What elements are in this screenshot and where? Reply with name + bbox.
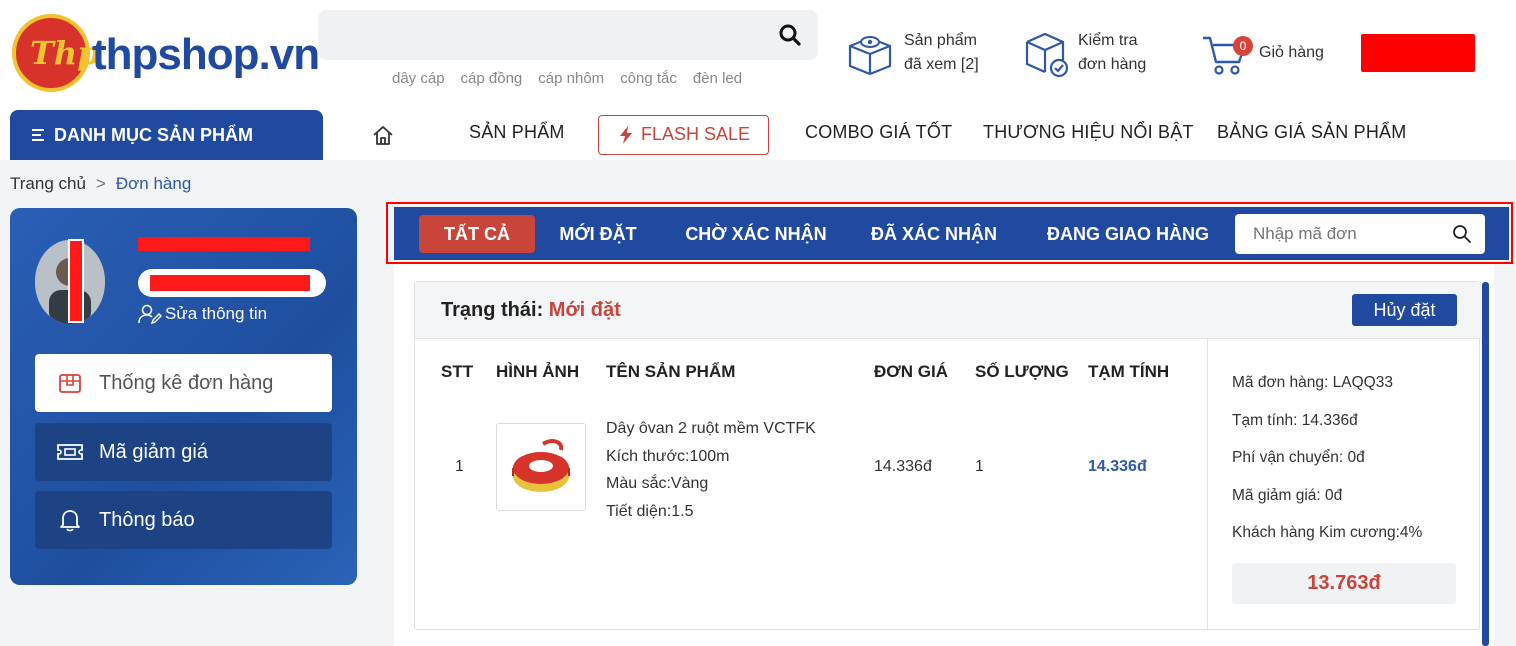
user-id-redacted [150, 275, 310, 291]
search-tag[interactable]: dây cáp [392, 70, 445, 87]
sidebar-item-label: Thông báo [99, 509, 195, 531]
cancel-order-button[interactable]: Hủy đặt [1352, 294, 1457, 326]
order-box-icon [59, 374, 81, 393]
product-size: Kích thước:100m [606, 447, 730, 465]
summary-discount: Mã giảm giá: 0đ [1232, 487, 1343, 504]
category-menu-button[interactable]: DANH MỤC SẢN PHẨM [10, 110, 323, 160]
user-id-pill [138, 269, 326, 297]
menu-icon [32, 129, 44, 141]
order-status-label: Trạng thái: [441, 299, 544, 321]
column-header: TÊN SẢN PHẨM [606, 362, 736, 381]
sidebar-item-notifications[interactable]: Thông báo [35, 491, 332, 549]
nav-flash-sale[interactable]: FLASH SALE [598, 115, 769, 155]
user-name-redacted [138, 237, 310, 251]
cart-label[interactable]: Giỏ hàng [1259, 41, 1324, 65]
summary-subtotal: Tạm tính: 14.336đ [1232, 412, 1358, 429]
breadcrumb-current[interactable]: Đơn hàng [116, 174, 191, 193]
product-section: Tiết diện:1.5 [606, 502, 694, 520]
sidebar-item-order-stats[interactable]: Thống kê đơn hàng [35, 354, 332, 412]
search-tag[interactable]: đèn led [693, 70, 742, 87]
account-sidebar: Sửa thông tin Thống kê đơn hàng Mã giảm … [10, 208, 357, 585]
search-tag[interactable]: cáp đồng [461, 70, 523, 87]
column-header: STT [441, 362, 474, 381]
product-color: Màu sắc:Vàng [606, 475, 709, 492]
summary-shipping: Phí vận chuyển: 0đ [1232, 449, 1365, 466]
breadcrumb: Trang chủ > Đơn hàng [10, 174, 191, 194]
nav-combo[interactable]: COMBO GIÁ TỐT [805, 122, 952, 143]
order-card: Trạng thái: Mới đặt Hủy đặt STT HÌNH ẢNH… [414, 281, 1481, 630]
logo-mark: Thp [12, 14, 99, 92]
order-code: Mã đơn hàng: LAQQ33 [1232, 374, 1393, 391]
account-menu-redacted[interactable] [1361, 34, 1475, 72]
nav-products[interactable]: SẢN PHẨM [469, 122, 565, 143]
search-input[interactable] [318, 10, 818, 60]
search-suggestions: dây cáp cáp đồng cáp nhôm công tắc đèn led [392, 70, 758, 87]
column-header: SỐ LƯỢNG [975, 362, 1069, 381]
breadcrumb-separator: > [95, 174, 106, 193]
nav-price-list[interactable]: BẢNG GIÁ SẢN PHẨM [1217, 122, 1406, 143]
viewed-label-2: đã xem [2] [904, 56, 979, 73]
summary-member-tier: Khách hàng Kim cương:4% [1232, 524, 1423, 541]
viewed-label-1: Sản phẩm [904, 32, 977, 49]
order-status: Trạng thái: Mới đặt [441, 299, 621, 322]
search-tag[interactable]: cáp nhôm [538, 70, 604, 87]
edit-profile-label: Sửa thông tin [165, 304, 268, 323]
summary-divider [1207, 339, 1208, 630]
product-image[interactable] [496, 423, 586, 511]
quantity: 1 [975, 458, 984, 475]
edit-profile-link[interactable]: Sửa thông tin [138, 304, 267, 324]
line-subtotal: 14.336đ [1088, 458, 1147, 475]
redaction-mark [68, 239, 84, 323]
scrollbar[interactable] [1482, 282, 1489, 646]
sidebar-item-vouchers[interactable]: Mã giảm giá [35, 423, 332, 481]
home-icon[interactable] [372, 124, 394, 146]
order-check-icon[interactable] [1024, 30, 1070, 78]
order-status-value: Mới đặt [548, 299, 621, 321]
order-card-header: Trạng thái: Mới đặt Hủy đặt [415, 282, 1481, 339]
site-logo[interactable]: Thp thpshop.vn [12, 14, 320, 94]
check-label-2: đơn hàng [1078, 56, 1147, 73]
sidebar-item-label: Mã giảm giá [99, 441, 208, 463]
cart-count-badge: 0 [1233, 36, 1253, 56]
check-label-1: Kiểm tra [1078, 32, 1138, 49]
sidebar-item-label: Thống kê đơn hàng [99, 372, 274, 394]
viewed-box-icon[interactable] [846, 30, 894, 76]
user-edit-icon [138, 304, 162, 324]
flash-sale-label: FLASH SALE [640, 124, 751, 144]
tabs-highlight-frame [386, 202, 1513, 264]
search-icon[interactable] [778, 23, 802, 47]
cable-coil-image [512, 439, 570, 492]
column-header: HÌNH ẢNH [496, 362, 580, 381]
breadcrumb-home[interactable]: Trang chủ [10, 174, 86, 193]
unit-price: 14.336đ [874, 458, 932, 475]
ticket-icon [57, 444, 83, 460]
logo-mark-text: Thp [30, 34, 100, 72]
bell-icon [60, 510, 80, 532]
column-header: TẠM TÍNH [1088, 362, 1170, 381]
logo-text: thpshop.vn [92, 30, 320, 79]
product-info: Dây ôvan 2 ruột mềm VCTFK Kích thước:100… [606, 415, 816, 525]
viewed-products-link[interactable]: Sản phẩm đã xem [2] [904, 29, 979, 77]
check-order-link[interactable]: Kiểm tra đơn hàng [1078, 29, 1146, 77]
lightning-icon [620, 126, 632, 144]
nav-brands[interactable]: THƯƠNG HIỆU NỔI BẬT [983, 122, 1194, 143]
column-header: ĐƠN GIÁ [874, 362, 949, 381]
search-tag[interactable]: công tắc [620, 70, 677, 87]
product-name[interactable]: Dây ôvan 2 ruột mềm VCTFK [606, 415, 816, 443]
site-header: Thp thpshop.vn dây cáp cáp đồng cáp nhôm cô… [0, 0, 1516, 160]
category-menu-label: DANH MỤC SẢN PHẨM [54, 125, 253, 145]
row-index: 1 [455, 458, 464, 475]
order-total: 13.763đ [1232, 563, 1456, 604]
